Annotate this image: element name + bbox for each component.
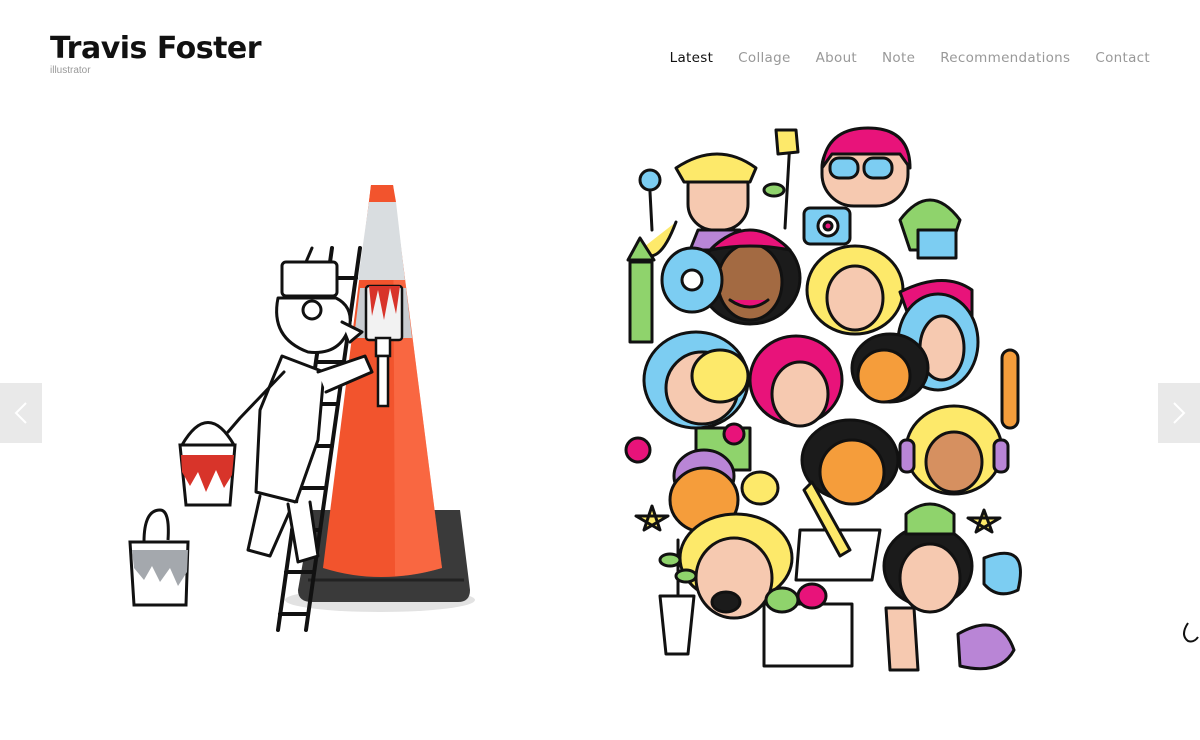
site-header: Travis Foster illustrator Latest Collage… [0, 0, 1200, 105]
nav-item-note[interactable]: Note [882, 50, 915, 66]
nav-item-about[interactable]: About [816, 50, 857, 66]
prev-slide-button[interactable] [0, 383, 42, 443]
next-slide-button[interactable] [1158, 383, 1200, 443]
slide-painter-cone[interactable] [60, 110, 560, 715]
nav-item-collage[interactable]: Collage [738, 50, 790, 66]
nav-item-contact[interactable]: Contact [1095, 50, 1150, 66]
peek-sketch [1183, 622, 1199, 643]
main-nav: Latest Collage About Note Recommendation… [645, 50, 1150, 66]
image-slider [0, 110, 1200, 715]
chevron-right-icon [1173, 402, 1186, 424]
next-slide-peek [1178, 615, 1200, 655]
nav-item-recommendations[interactable]: Recommendations [940, 50, 1070, 66]
slide-colorful-crowd[interactable] [600, 110, 1060, 715]
brand[interactable]: Travis Foster illustrator [50, 30, 262, 77]
colorful-crowd-illustration [624, 126, 1022, 672]
nav-item-latest[interactable]: Latest [670, 50, 714, 66]
site-title[interactable]: Travis Foster [50, 30, 262, 68]
painter-cone-illustration [128, 185, 475, 632]
chevron-left-icon [14, 402, 27, 424]
